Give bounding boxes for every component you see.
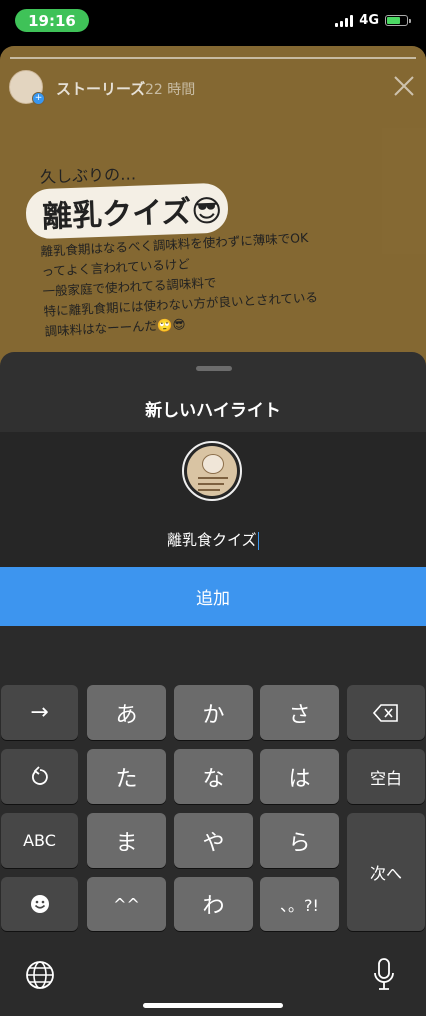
text-caret [257,531,260,550]
key-next[interactable]: 次へ [347,813,425,931]
globe-icon[interactable] [25,960,55,990]
microphone-icon[interactable] [373,958,395,992]
key-kaomoji[interactable]: ^^ [87,877,166,931]
sheet-grabber[interactable] [196,366,232,371]
network-label: 4G [359,13,379,28]
status-indicators: 4G [335,13,411,28]
key-punctuation[interactable]: 、。?! [260,877,339,931]
story-body-text: 離乳食期はなるべく調味料を使わずに薄味でOK ってよく言われているけど 一般家庭… [40,229,319,339]
story-timestamp: 22 時間 [145,82,196,98]
key-ra[interactable]: ら [260,813,339,868]
highlight-name-value: 離乳食クイズ [166,531,257,549]
key-a[interactable]: あ [87,685,166,740]
close-icon[interactable] [392,74,416,98]
signal-icon [335,14,354,27]
key-ma[interactable]: ま [87,813,166,868]
home-indicator [143,1003,283,1008]
story-username: ストーリーズ [56,80,146,98]
key-emoji[interactable] [1,877,78,931]
add-button[interactable]: 追加 [0,567,426,626]
avatar[interactable]: + [9,70,45,105]
key-delete[interactable] [347,685,425,740]
battery-icon [385,15,411,26]
key-sa[interactable]: さ [260,685,339,740]
story-headline: 離乳クイズ😎 [25,182,229,240]
key-arrow-right[interactable]: → [1,685,78,740]
key-wa[interactable]: わ [174,877,253,931]
story-progress-bar [10,57,416,59]
key-undo[interactable] [1,749,78,804]
key-abc[interactable]: ABC [1,813,78,868]
emoji-icon [30,895,49,913]
highlight-cover-image[interactable] [182,441,242,501]
story-intro-text: 久しぶりの… [39,164,137,187]
delete-icon [373,703,398,722]
key-ta[interactable]: た [87,749,166,804]
sheet-title: 新しいハイライト [145,401,281,421]
key-space[interactable]: 空白 [347,749,425,804]
key-ya[interactable]: や [174,813,253,868]
highlight-name-field[interactable]: 離乳食クイズ [0,529,426,550]
undo-icon [31,765,48,785]
key-ha[interactable]: は [260,749,339,804]
key-ka[interactable]: か [174,685,253,740]
key-na[interactable]: な [174,749,253,804]
status-time: 19:16 [15,9,89,32]
